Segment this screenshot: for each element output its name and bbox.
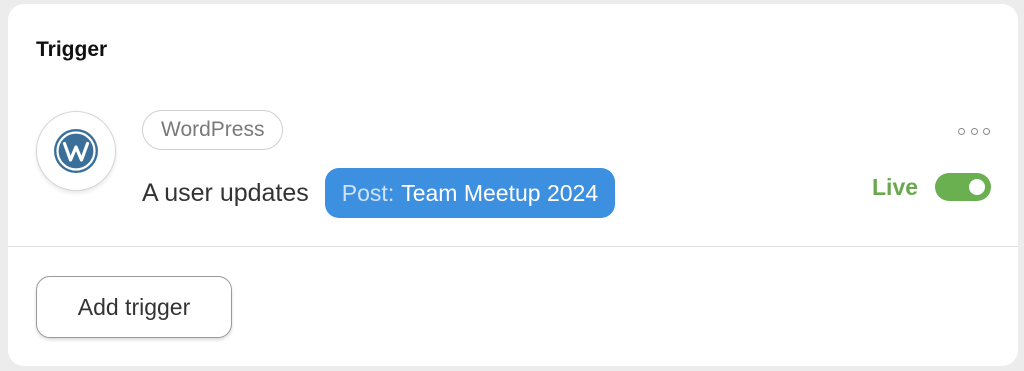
- live-status-label: Live: [872, 174, 919, 200]
- live-toggle[interactable]: [935, 173, 991, 201]
- add-trigger-button[interactable]: Add trigger: [36, 276, 232, 338]
- resource-chip[interactable]: Post: Team Meetup 2024: [324, 168, 616, 218]
- resource-value: Team Meetup 2024: [401, 179, 599, 206]
- trigger-item: WordPress A user updates Post: Team Meet…: [8, 104, 1018, 244]
- resource-type-label: Post:: [341, 179, 395, 206]
- app-name-badge: WordPress: [142, 110, 284, 150]
- wordpress-logo-icon: [36, 111, 116, 191]
- event-description: A user updates: [142, 178, 309, 207]
- trigger-panel: Trigger WordPress A user updates Post: T…: [8, 4, 1018, 366]
- panel-title: Trigger: [36, 38, 108, 61]
- more-options-icon[interactable]: [958, 124, 990, 138]
- trigger-event: A user updates Post: Team Meetup 2024: [142, 168, 616, 218]
- toggle-knob: [969, 179, 985, 195]
- divider: [8, 246, 1018, 247]
